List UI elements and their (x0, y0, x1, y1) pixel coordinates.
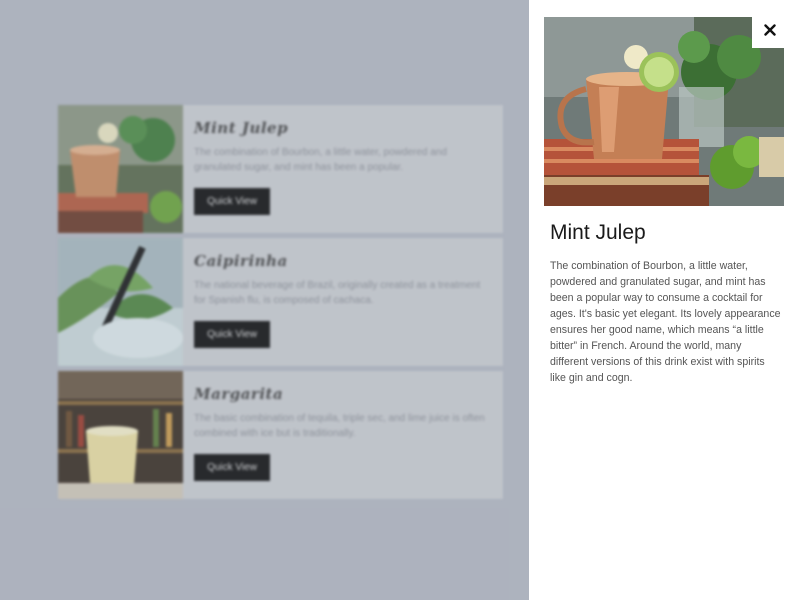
mint-julep-image (544, 17, 784, 206)
close-button[interactable] (752, 12, 788, 48)
panel-title: Mint Julep (550, 221, 646, 244)
quick-view-panel: Mint Julep The combination of Bourbon, a… (529, 0, 800, 600)
panel-description: The combination of Bourbon, a little wat… (550, 260, 781, 384)
modal-overlay[interactable] (0, 0, 529, 600)
backdrop[interactable]: Mint Julep The combination of Bourbon, a… (0, 0, 529, 600)
close-icon (764, 24, 776, 36)
